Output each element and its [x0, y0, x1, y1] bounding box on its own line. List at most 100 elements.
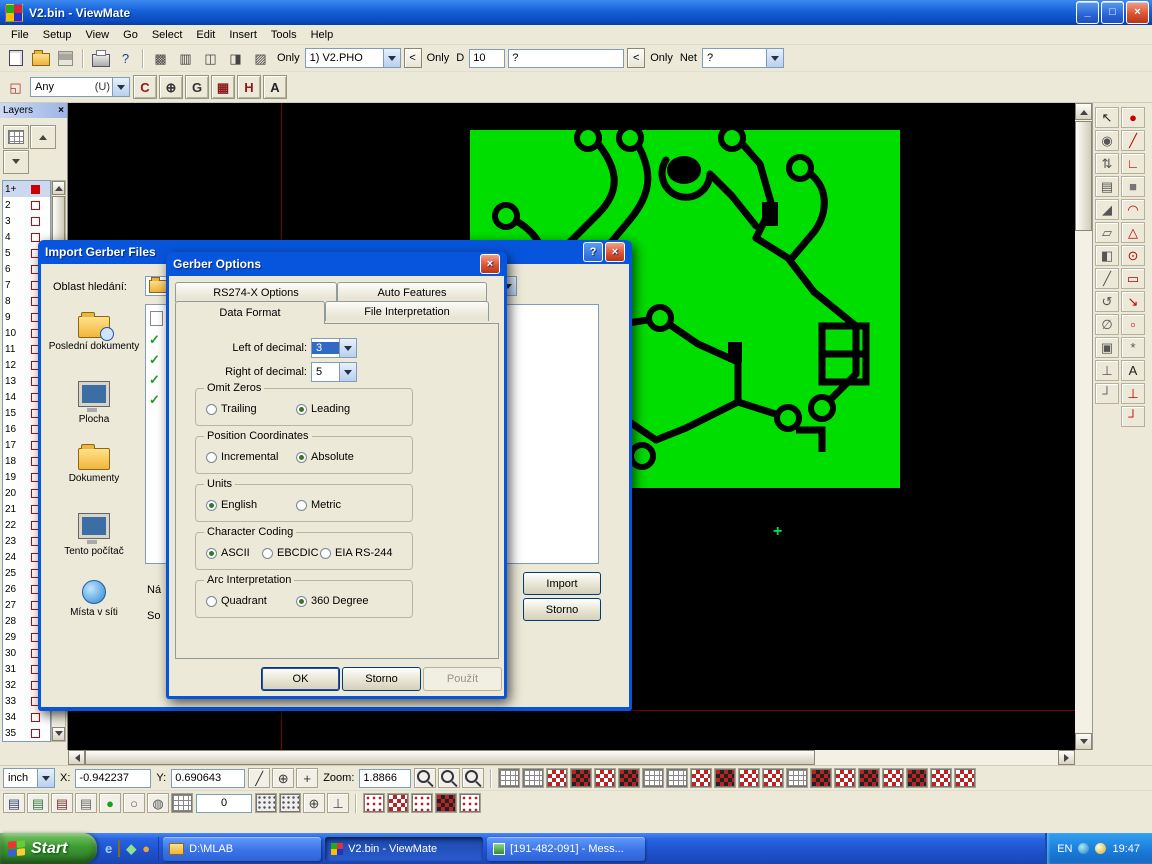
net-pattern-15-icon[interactable]	[954, 768, 976, 788]
rotate-icon[interactable]: ↺	[1095, 291, 1119, 312]
place-recent-documents[interactable]: Poslední dokumenty	[47, 316, 141, 353]
swap-layers-icon[interactable]: ⇅	[1095, 153, 1119, 174]
hscroll-thumb[interactable]	[85, 750, 815, 765]
grid-code-icon[interactable]: ▦	[211, 75, 235, 99]
net-pattern-14-icon[interactable]	[930, 768, 952, 788]
layer-row[interactable]: 35	[3, 725, 50, 741]
menu-insert[interactable]: Insert	[222, 27, 264, 43]
print-icon[interactable]	[89, 47, 112, 69]
tray-update-icon[interactable]	[1095, 843, 1106, 854]
combo-arrow-icon[interactable]	[339, 363, 356, 381]
layer-row[interactable]: 3	[3, 213, 50, 229]
dot-grid-2-icon[interactable]	[279, 793, 301, 813]
folder-quick-icon[interactable]	[118, 841, 120, 856]
task-mlab[interactable]: D:\MLAB	[163, 837, 321, 861]
layer-visibility-swatch[interactable]	[31, 233, 40, 242]
zoom-all-icon[interactable]	[462, 768, 484, 788]
columns-icon[interactable]: ◫	[199, 47, 222, 69]
aperture-filter-combo[interactable]: Any (U)	[30, 77, 130, 97]
layer-set-1-icon[interactable]: ▤	[3, 793, 25, 813]
select-pad-icon[interactable]: ▣	[1095, 337, 1119, 358]
layer-set-3-icon[interactable]: ▤	[51, 793, 73, 813]
layer-visibility-swatch[interactable]	[31, 713, 40, 722]
arc-tool-icon[interactable]: ◠	[1121, 199, 1145, 220]
left-of-decimal-combo[interactable]: 3	[311, 338, 357, 358]
c-code-icon[interactable]: C	[133, 75, 157, 99]
radio-quadrant[interactable]: Quadrant	[206, 595, 267, 607]
net-pattern-13-icon[interactable]	[906, 768, 928, 788]
radio-absolute[interactable]: Absolute	[296, 451, 354, 463]
radio-trailing[interactable]: Trailing	[206, 403, 257, 415]
net-pattern-5-icon[interactable]	[690, 768, 712, 788]
wedge-icon[interactable]: ◢	[1095, 199, 1119, 220]
task-messenger[interactable]: [191-482-091] - Mess...	[487, 837, 645, 861]
rect-tool-icon[interactable]: ■	[1121, 176, 1145, 197]
pad-grid-5-icon[interactable]	[786, 768, 808, 788]
layer-set-2-icon[interactable]: ▤	[27, 793, 49, 813]
center-icon[interactable]: +	[296, 768, 318, 788]
layer-down-button[interactable]	[3, 150, 29, 174]
mirror-icon[interactable]: ◧	[1095, 245, 1119, 266]
radio-ascii[interactable]: ASCII	[206, 547, 250, 559]
lamp-on-icon[interactable]: ◍	[147, 793, 169, 813]
layer-visibility-swatch[interactable]	[31, 185, 40, 194]
ok-button[interactable]: OK	[261, 667, 340, 691]
circle-pad-tool-icon[interactable]: ⊙	[1121, 245, 1145, 266]
dcode-query-input[interactable]: ?	[508, 49, 624, 68]
sel-pattern-5-icon[interactable]	[459, 793, 481, 813]
g-code-icon[interactable]: G	[185, 75, 209, 99]
menu-view[interactable]: View	[78, 27, 116, 43]
text-tool-icon[interactable]: A	[1121, 360, 1145, 381]
menu-setup[interactable]: Setup	[36, 27, 79, 43]
corner-tool-icon[interactable]: ┘	[1121, 406, 1145, 427]
route-tool-icon[interactable]: ↘	[1121, 291, 1145, 312]
tbar-tool-icon[interactable]: ⊥	[1121, 383, 1145, 404]
minimize-button[interactable]: _	[1076, 1, 1099, 24]
cancel-button[interactable]: Storno	[523, 598, 601, 621]
language-indicator[interactable]: EN	[1057, 843, 1072, 855]
split-view-icon[interactable]: ◨	[224, 47, 247, 69]
dot-tool-icon[interactable]: ●	[1121, 107, 1145, 128]
probe-icon[interactable]: ⊥	[1095, 360, 1119, 381]
dialog-close-button[interactable]: ×	[605, 242, 625, 262]
lamp-off-icon[interactable]: ○	[123, 793, 145, 813]
place-desktop[interactable]: Plocha	[47, 382, 141, 426]
angle-tool-icon[interactable]: ∟	[1121, 153, 1145, 174]
tab-auto-features[interactable]: Auto Features	[337, 282, 487, 302]
net-pattern-8-icon[interactable]	[762, 768, 784, 788]
layer-row[interactable]: 34	[3, 709, 50, 725]
highlight-icon[interactable]: ▥	[174, 47, 197, 69]
burst-tool-icon[interactable]: *	[1121, 337, 1145, 358]
shear-icon[interactable]: ▱	[1095, 222, 1119, 243]
h-code-icon[interactable]: H	[237, 75, 261, 99]
pad-grid-2-icon[interactable]	[522, 768, 544, 788]
fill-icon[interactable]: ▤	[1095, 176, 1119, 197]
pointer-icon[interactable]: ↖	[1095, 107, 1119, 128]
pad-stack-icon[interactable]: ◉	[1095, 130, 1119, 151]
corner-icon[interactable]: ┘	[1095, 383, 1119, 404]
sel-pattern-4-icon[interactable]	[435, 793, 457, 813]
ie-quick-icon[interactable]: e	[105, 841, 112, 856]
pad-grid-4-icon[interactable]	[666, 768, 688, 788]
layer-row[interactable]: 36	[3, 741, 50, 742]
y-coordinate-field[interactable]: 0.690643	[171, 769, 245, 788]
zoom-in-icon[interactable]	[414, 768, 436, 788]
radio-english[interactable]: English	[206, 499, 257, 511]
anchor-origin-icon[interactable]: ⊕	[303, 793, 325, 813]
a-code-icon[interactable]: A	[263, 75, 287, 99]
net-pattern-3-icon[interactable]	[594, 768, 616, 788]
zoom-field[interactable]: 1.8866	[359, 769, 411, 788]
prev-net-button[interactable]: <	[627, 48, 645, 68]
dialog-help-button[interactable]: ?	[583, 242, 603, 262]
triangle-tool-icon[interactable]: △	[1121, 222, 1145, 243]
context-help-icon[interactable]: ?	[114, 47, 137, 69]
net-pattern-6-icon[interactable]	[714, 768, 736, 788]
net-pattern-9-icon[interactable]	[810, 768, 832, 788]
line-tool-icon[interactable]: ╱	[1121, 130, 1145, 151]
diameter-icon[interactable]: ∅	[1095, 314, 1119, 335]
canvas-horizontal-scrollbar[interactable]	[68, 750, 1075, 765]
grid-value-field[interactable]: 0	[196, 794, 252, 813]
trace-icon[interactable]: ╱	[1095, 268, 1119, 289]
layer-visibility-swatch[interactable]	[31, 201, 40, 210]
layer-visibility-swatch[interactable]	[31, 729, 40, 738]
